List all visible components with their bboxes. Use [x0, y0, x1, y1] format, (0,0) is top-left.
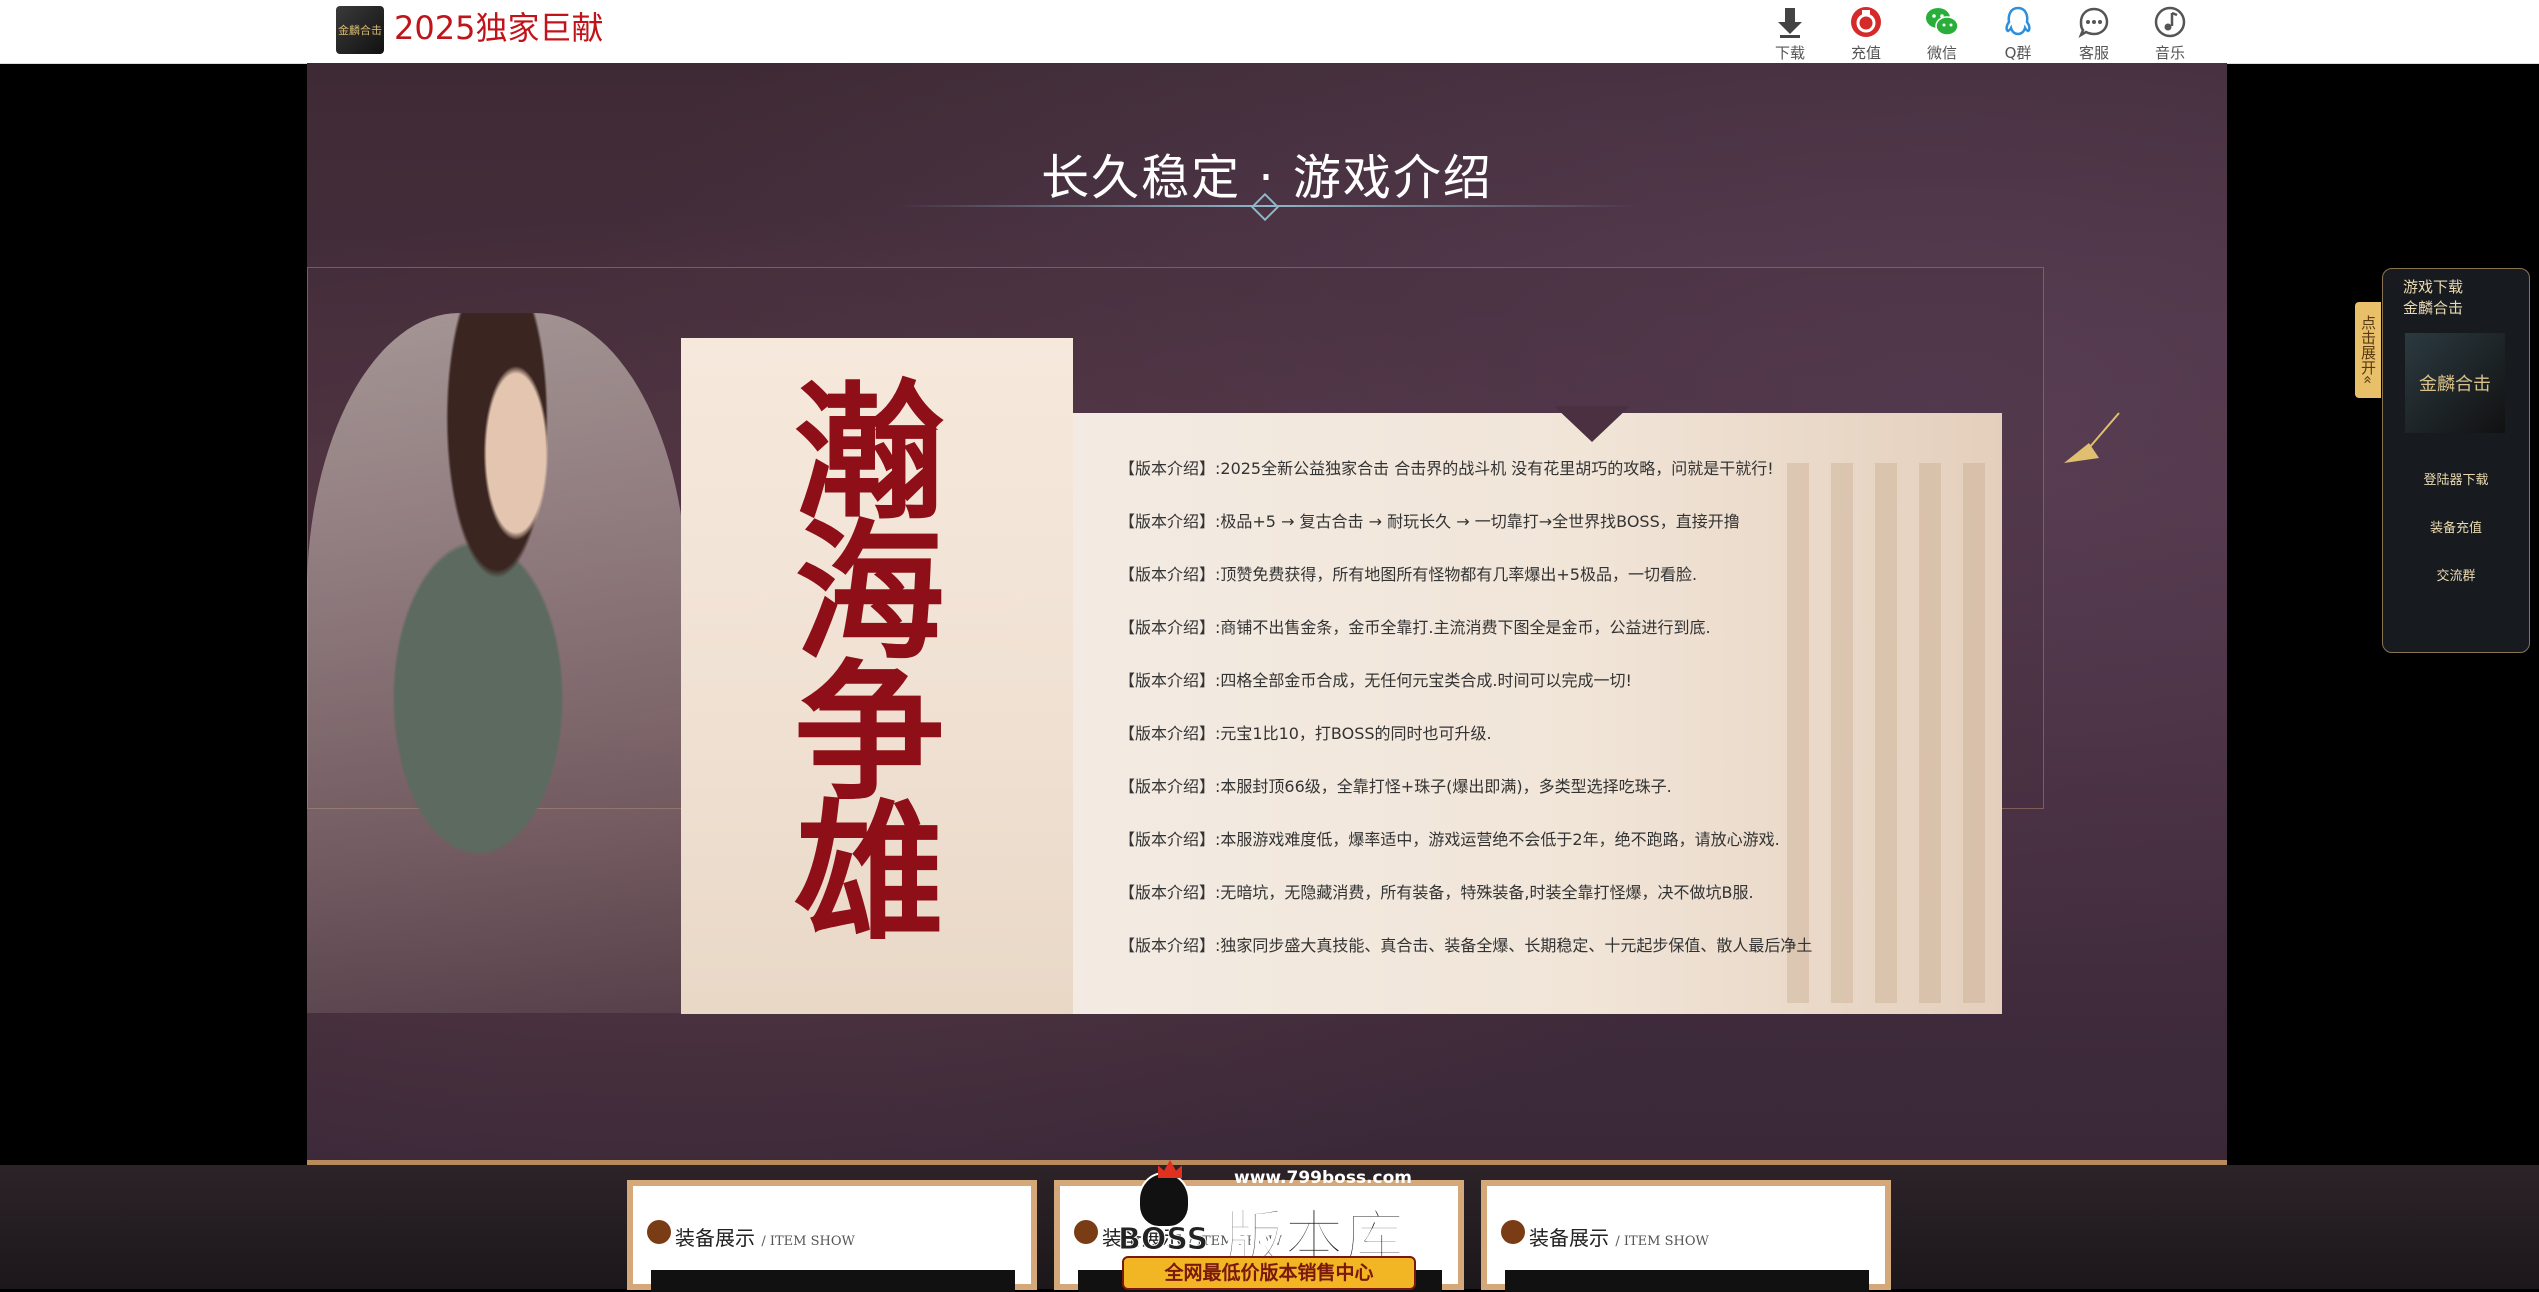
nav-qq[interactable]: Q群	[1988, 2, 2048, 62]
side-panel-title: 游戏下载 金麟合击	[2403, 278, 2464, 317]
intro-item: 【版本介绍】:四格全部金币合成，无任何元宝类合成.时间可以完成一切!	[1119, 671, 1632, 690]
download-icon	[1778, 8, 1802, 38]
customer-service-icon	[2078, 7, 2109, 38]
intro-item: 【版本介绍】:顶赞免费获得，所有地图所有怪物都有几率爆出+5极品，一切看脸.	[1119, 565, 1698, 584]
watermark-boss: BOSS	[1117, 1222, 1209, 1258]
intro-item: 【版本介绍】:本服封顶66级，全靠打怪+珠子(爆出即满)，多类型选择吃珠子.	[1119, 777, 1672, 796]
intro-item: 【版本介绍】:元宝1比10，打BOSS的同时也可升级.	[1119, 724, 1492, 743]
game-thumbnail[interactable]: 金麟合击	[2405, 333, 2505, 433]
nav-music[interactable]: 音乐	[2140, 2, 2200, 62]
download-side-panel: 游戏下载 金麟合击 金麟合击 登陆器下载 装备充值 交流群	[2382, 268, 2530, 653]
character-illustration	[307, 313, 687, 1013]
item-show-card[interactable]: 装备展示 / ITEM SHOW	[1481, 1180, 1891, 1292]
community-group-link[interactable]: 交流群	[2383, 565, 2529, 584]
panel-notch	[1554, 406, 1630, 442]
music-icon	[2154, 6, 2186, 38]
intro-item: 【版本介绍】:极品+5 → 复古合击 → 耐玩长久 → 一切靠打→全世界找BOS…	[1119, 512, 1740, 531]
item-show-icon	[647, 1220, 671, 1244]
intro-item: 【版本介绍】:2025全新公益独家合击 合击界的战斗机 没有花里胡巧的攻略，问就…	[1119, 459, 1774, 478]
nav-recharge[interactable]: 充值	[1836, 2, 1896, 62]
top-bar: 金麟合击 2025独家巨献 下载 充值 微信 Q群 客服 音乐	[0, 0, 2539, 64]
item-show-card[interactable]: 装备展示 / ITEM SHOW	[627, 1180, 1037, 1292]
expand-panel-tab[interactable]: 点击展开«	[2355, 302, 2381, 398]
item-show-icon	[1501, 1220, 1525, 1244]
watermark-tagline: 全网最低价版本销售中心	[1122, 1256, 1416, 1290]
intro-item: 【版本介绍】:商铺不出售金条，金币全靠打.主流消费下图全是金币，公益进行到底.	[1119, 618, 1711, 637]
intro-list: 【版本介绍】:2025全新公益独家合击 合击界的战斗机 没有花里胡巧的攻略，问就…	[1119, 458, 1999, 988]
calligraphy-title: 瀚海争雄	[769, 373, 945, 933]
nav-wechat[interactable]: 微信	[1912, 2, 1972, 62]
intro-item: 【版本介绍】:本服游戏难度低，爆率适中，游戏运营绝不会低于2年，绝不跑路，请放心…	[1119, 830, 1780, 849]
watermark-logo: www.799boss.com 版本库 BOSS 全网最低价版本销售中心	[1108, 1160, 1428, 1290]
launcher-download-link[interactable]: 登陆器下载	[2383, 469, 2529, 488]
equipment-recharge-link[interactable]: 装备充值	[2383, 517, 2529, 536]
recharge-icon	[1851, 7, 1881, 37]
watermark-url: www.799boss.com	[1234, 1168, 1412, 1188]
nav-download[interactable]: 下载	[1760, 2, 1820, 62]
qq-icon	[2005, 6, 2031, 36]
skull-icon	[1138, 1172, 1190, 1228]
nav-customer-service[interactable]: 客服	[2064, 2, 2124, 62]
wechat-icon	[1926, 8, 1959, 36]
intro-item: 【版本介绍】:独家同步盛大真技能、真合击、装备全爆、长期稳定、十元起步保值、散人…	[1119, 936, 1813, 955]
item-show-icon	[1074, 1220, 1098, 1244]
arrow-decoration-icon	[2064, 412, 2120, 463]
card-heading: 装备展示 / ITEM SHOW	[1529, 1226, 1709, 1250]
site-logo[interactable]: 金麟合击	[336, 6, 384, 54]
intro-item: 【版本介绍】:无暗坑，无隐藏消费，所有装备，特殊装备,时装全靠打怪爆，决不做坑B…	[1119, 883, 1754, 902]
site-title[interactable]: 2025独家巨献	[394, 6, 603, 50]
card-heading: 装备展示 / ITEM SHOW	[675, 1226, 855, 1250]
crown-icon	[1158, 1160, 1182, 1178]
intro-section: 长久稳定 · 游戏介绍 瀚海争雄 【版本介绍】:2025全新公益独家合击 合击界…	[307, 63, 2227, 1163]
